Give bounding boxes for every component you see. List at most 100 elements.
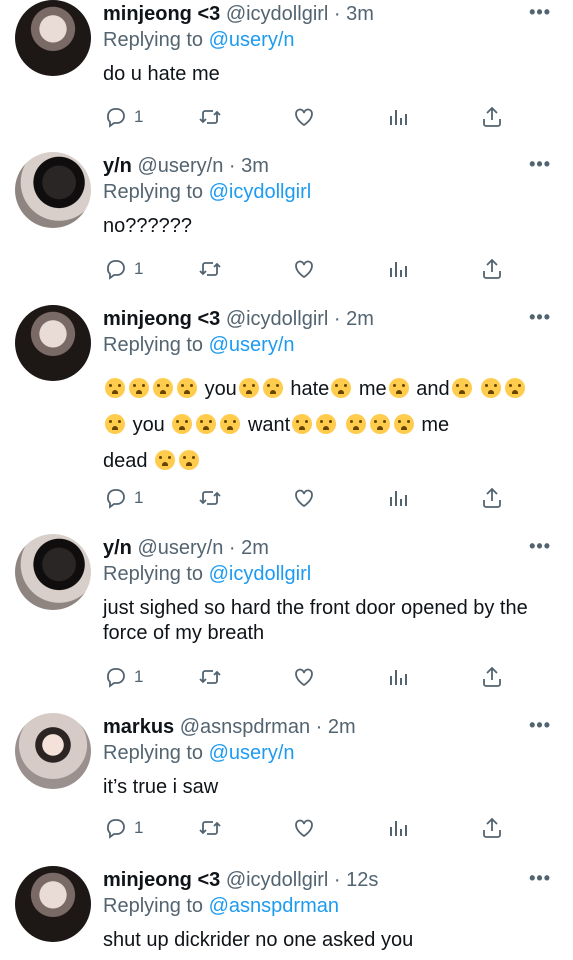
reply-button[interactable]: 1 (104, 483, 143, 513)
timestamp[interactable]: 3m (346, 3, 374, 25)
like-button[interactable] (292, 662, 316, 692)
handle[interactable]: @icydollgirl (226, 308, 329, 330)
action-bar: 1 (0, 102, 573, 132)
reply-icon (107, 489, 125, 509)
heart-icon (295, 260, 313, 279)
reply-to-handle[interactable]: @icydollgirl (209, 563, 312, 585)
timestamp[interactable]: 2m (241, 537, 269, 559)
crying-emoji-icon (238, 378, 259, 398)
views-icon (390, 491, 407, 506)
tweet-text: it’s true i saw (103, 776, 219, 798)
handle[interactable]: @usery/n (137, 155, 223, 177)
timestamp[interactable]: 3m (241, 155, 269, 177)
crying-emoji-icon (331, 378, 352, 398)
reply-to-handle[interactable]: @usery/n (209, 29, 295, 51)
reply-count: 1 (134, 488, 144, 507)
tweet-text: just sighed so hard the front door opene… (103, 597, 528, 644)
crying-emoji-icon (292, 414, 313, 434)
display-name[interactable]: y/n (103, 155, 132, 177)
timestamp[interactable]: 2m (346, 308, 374, 330)
display-name[interactable]: markus (103, 716, 174, 738)
reply-button[interactable]: 1 (104, 254, 143, 284)
replying-to: Replying to @usery/n (103, 742, 295, 764)
more-options-icon[interactable]: ••• (529, 2, 551, 23)
more-options-icon[interactable]: ••• (529, 307, 551, 328)
reply-count: 1 (134, 667, 144, 686)
retweet-icon (199, 262, 221, 276)
retweet-button[interactable] (198, 254, 222, 284)
more-options-icon[interactable]: ••• (529, 536, 551, 557)
retweet-button[interactable] (198, 102, 222, 132)
views-button[interactable] (386, 662, 410, 692)
display-name[interactable]: y/n (103, 537, 132, 559)
share-button[interactable] (480, 662, 504, 692)
share-icon (483, 487, 501, 508)
avatar[interactable] (15, 0, 91, 76)
replying-to: Replying to @usery/n (103, 334, 295, 356)
reply-button[interactable]: 1 (104, 102, 143, 132)
display-name[interactable]: minjeong <3 (103, 308, 220, 330)
crying-emoji-icon (316, 414, 337, 434)
reply-icon (107, 819, 125, 839)
crying-emoji-icon (172, 414, 193, 434)
action-bar: 1 (0, 662, 573, 692)
handle[interactable]: @icydollgirl (226, 869, 329, 891)
reply-count: 1 (134, 107, 144, 126)
reply-to-handle[interactable]: @usery/n (209, 742, 295, 764)
timestamp[interactable]: 2m (328, 716, 356, 738)
more-options-icon[interactable]: ••• (529, 715, 551, 736)
views-icon (390, 110, 407, 125)
avatar[interactable] (15, 534, 91, 610)
retweet-button[interactable] (198, 483, 222, 513)
views-button[interactable] (386, 813, 410, 843)
share-button[interactable] (480, 254, 504, 284)
like-button[interactable] (292, 254, 316, 284)
avatar[interactable] (15, 866, 91, 942)
tweet-text: no?????? (103, 215, 192, 237)
reply-to-handle[interactable]: @icydollgirl (209, 181, 312, 203)
views-button[interactable] (386, 254, 410, 284)
views-button[interactable] (386, 102, 410, 132)
retweet-icon (199, 821, 221, 835)
handle[interactable]: @icydollgirl (226, 3, 329, 25)
action-bar: 1 (0, 813, 573, 843)
retweet-icon (199, 670, 221, 684)
like-button[interactable] (292, 102, 316, 132)
handle[interactable]: @asnspdrman (180, 716, 310, 738)
crying-emoji-icon (155, 450, 176, 470)
display-name[interactable]: minjeong <3 (103, 869, 220, 891)
share-button[interactable] (480, 483, 504, 513)
views-icon (390, 821, 407, 836)
share-button[interactable] (480, 813, 504, 843)
more-options-icon[interactable]: ••• (529, 868, 551, 889)
heart-icon (295, 668, 313, 687)
retweet-button[interactable] (198, 813, 222, 843)
avatar[interactable] (15, 305, 91, 381)
reply-count: 1 (134, 818, 144, 837)
display-name[interactable]: minjeong <3 (103, 3, 220, 25)
crying-emoji-icon (220, 414, 241, 434)
timestamp[interactable]: 12s (346, 869, 378, 891)
crying-emoji-icon (129, 378, 149, 398)
action-bar: 1 (0, 254, 573, 284)
handle[interactable]: @usery/n (137, 537, 223, 559)
crying-emoji-icon (388, 378, 409, 398)
crying-emoji-icon (369, 414, 390, 434)
avatar[interactable] (15, 152, 91, 228)
share-icon (483, 258, 501, 279)
views-button[interactable] (386, 483, 410, 513)
reply-button[interactable]: 1 (104, 662, 143, 692)
like-button[interactable] (292, 813, 316, 843)
tweet-text: shut up dickrider no one asked you (103, 929, 414, 951)
avatar[interactable] (15, 713, 91, 789)
reply-to-handle[interactable]: @usery/n (209, 334, 295, 356)
retweet-icon (199, 110, 221, 124)
reply-icon (107, 668, 125, 688)
retweet-button[interactable] (198, 662, 222, 692)
like-button[interactable] (292, 483, 316, 513)
reply-button[interactable]: 1 (104, 813, 143, 843)
reply-to-handle[interactable]: @asnspdrman (209, 895, 339, 917)
share-button[interactable] (480, 102, 504, 132)
more-options-icon[interactable]: ••• (529, 154, 551, 175)
share-icon (483, 666, 501, 687)
